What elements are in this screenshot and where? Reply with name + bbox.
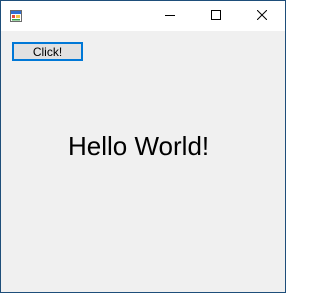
title-bar[interactable]: [1, 1, 285, 31]
close-icon: [256, 7, 268, 25]
hello-label: Hello World!: [68, 131, 210, 161]
maximize-icon: [211, 7, 221, 25]
app-window: Click! Hello World!: [0, 0, 286, 293]
minimize-button[interactable]: [147, 1, 193, 31]
click-button[interactable]: Click!: [12, 42, 83, 61]
minimize-icon: [165, 7, 175, 25]
app-icon[interactable]: [10, 9, 22, 22]
close-button[interactable]: [239, 1, 285, 31]
form-client-area: Click! Hello World!: [1, 31, 285, 292]
maximize-button[interactable]: [193, 1, 239, 31]
